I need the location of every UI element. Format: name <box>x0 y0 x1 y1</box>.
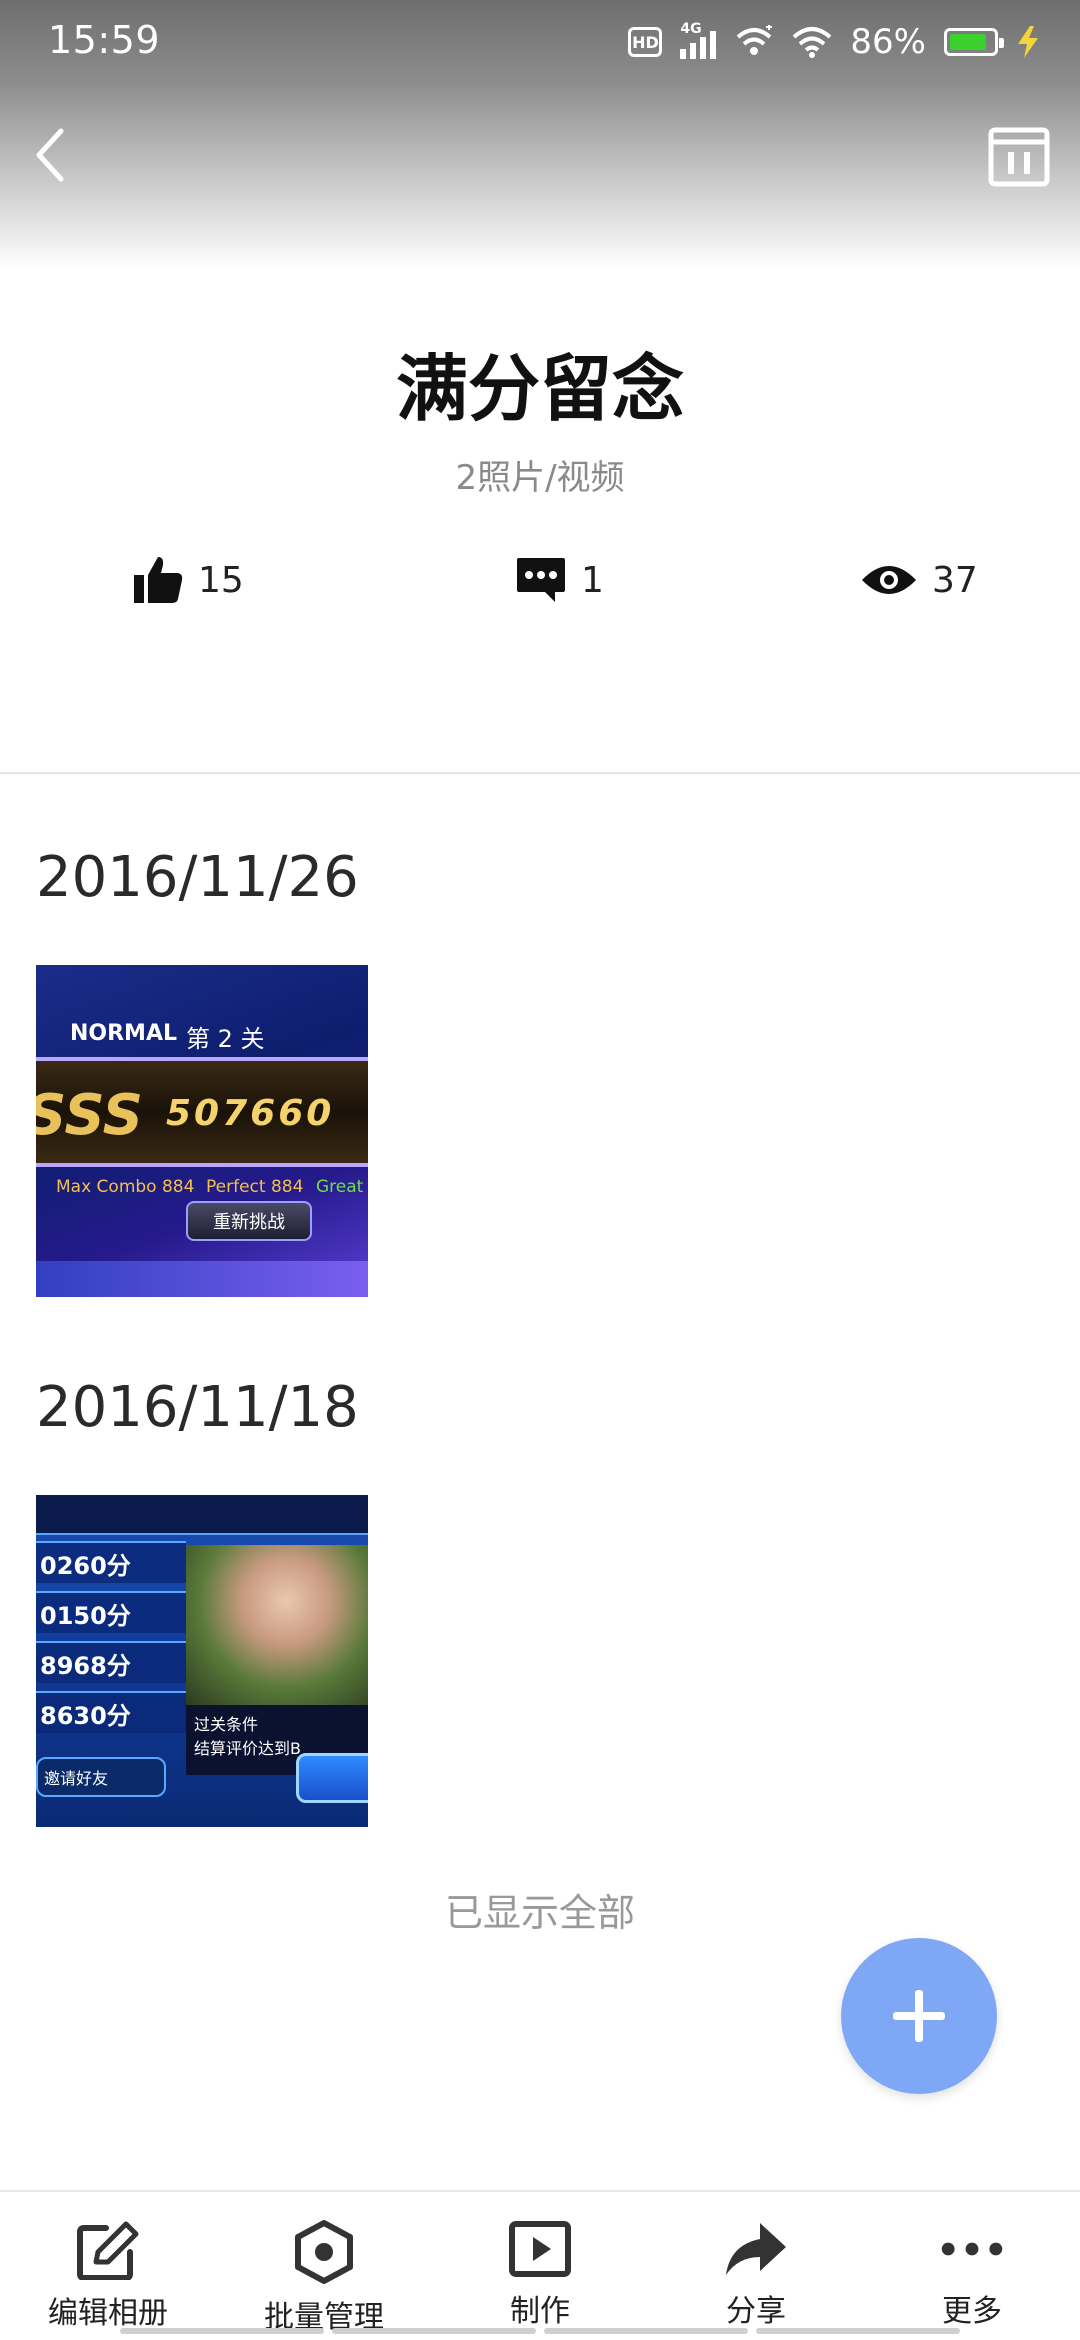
play-box-icon <box>509 2221 571 2277</box>
gesture-bar <box>120 2328 960 2334</box>
create-button[interactable]: 制作 <box>432 2220 648 2330</box>
edit-icon <box>77 2221 139 2280</box>
charging-bolt-icon <box>1018 26 1038 58</box>
battery-percent: 86% <box>850 22 926 62</box>
signal-4g-icon: 4G <box>680 21 717 59</box>
thumb-retry: 重新挑战 <box>186 1201 312 1241</box>
thumb-mode: NORMAL <box>70 1021 177 1046</box>
thumb-perfect: Perfect 884 <box>206 1177 304 1197</box>
thumb-invite: 邀请好友 <box>36 1757 166 1797</box>
wifi-icon <box>793 27 832 58</box>
thumbs-up-icon <box>134 557 183 603</box>
comment-count: 1 <box>581 559 604 601</box>
share-icon <box>726 2223 786 2275</box>
view-stat: 37 <box>860 545 978 615</box>
status-icons: HD 4G 86% <box>628 20 1040 64</box>
section-divider <box>0 772 1080 774</box>
thumb-score-row: 8630分 <box>36 1691 186 1733</box>
calendar-button[interactable] <box>988 122 1050 188</box>
thumb-portrait <box>186 1545 368 1705</box>
thumb-score: 507660 <box>166 1093 335 1134</box>
hd-icon: HD <box>628 27 663 57</box>
date-heading: 2016/11/18 <box>36 1375 359 1440</box>
network-label: 4G <box>680 21 702 37</box>
comment-icon <box>517 558 565 602</box>
thumb-start-button <box>296 1753 368 1803</box>
album-title: 满分留念 <box>395 347 684 431</box>
edit-album-button[interactable]: 编辑相册 <box>0 2220 216 2331</box>
photo-thumbnail[interactable]: NORMAL 第 2 关 SSS 507660 Max Combo 884 Pe… <box>36 965 368 1297</box>
thumb-stage: 第 2 关 <box>186 1025 265 1053</box>
toolbar-label: 制作 <box>510 2294 570 2329</box>
status-bar: 15:59 HD 4G 86% <box>0 0 1080 84</box>
plus-icon <box>893 1990 945 2042</box>
thumb-score-row: 0260分 <box>36 1541 186 1583</box>
toolbar-label: 编辑相册 <box>48 2296 168 2331</box>
manage-icon <box>295 2220 353 2284</box>
photo-thumbnail[interactable]: 0260分 0150分 8968分 8630分 过关条件 结算评价达到B 邀请好… <box>36 1495 368 1827</box>
more-icon <box>941 2242 1003 2256</box>
view-count: 37 <box>932 559 978 601</box>
thumb-topbar <box>36 1495 368 1535</box>
album-subtitle: 2照片/视频 <box>455 458 625 498</box>
calendar-icon <box>988 127 1050 187</box>
thumb-score-row: 0150分 <box>36 1591 186 1633</box>
like-stat[interactable]: 15 <box>132 545 244 615</box>
toolbar-label: 分享 <box>726 2294 786 2329</box>
battery-icon <box>944 28 1004 56</box>
thumb-grade: SSS <box>36 1083 144 1148</box>
add-photo-button[interactable] <box>841 1938 997 2094</box>
toolbar-label: 更多 <box>942 2294 1002 2329</box>
more-button[interactable]: 更多 <box>864 2220 1080 2330</box>
thumb-caption-title: 过关条件 <box>194 1715 259 1734</box>
thumb-score-row: 8968分 <box>36 1641 186 1683</box>
batch-manage-button[interactable]: 批量管理 <box>216 2220 432 2335</box>
back-button[interactable] <box>20 120 80 190</box>
like-count: 15 <box>198 559 244 601</box>
status-time: 15:59 <box>48 18 161 62</box>
share-button[interactable]: 分享 <box>648 2220 864 2330</box>
thumb-footer <box>36 1261 368 1297</box>
end-of-list-note: 已显示全部 <box>444 1891 635 1935</box>
comment-stat[interactable]: 1 <box>515 545 604 615</box>
date-heading: 2016/11/26 <box>36 845 359 910</box>
chevron-left-icon <box>36 128 64 182</box>
album-stats: 15 1 37 <box>0 545 1080 615</box>
eye-icon <box>862 566 916 594</box>
bottom-toolbar: 编辑相册 批量管理 制作 分享 更多 <box>0 2190 1080 2340</box>
thumb-combo: Max Combo 884 <box>56 1177 195 1197</box>
thumb-great: Great <box>316 1177 364 1197</box>
wifi-alt-icon <box>737 25 773 55</box>
